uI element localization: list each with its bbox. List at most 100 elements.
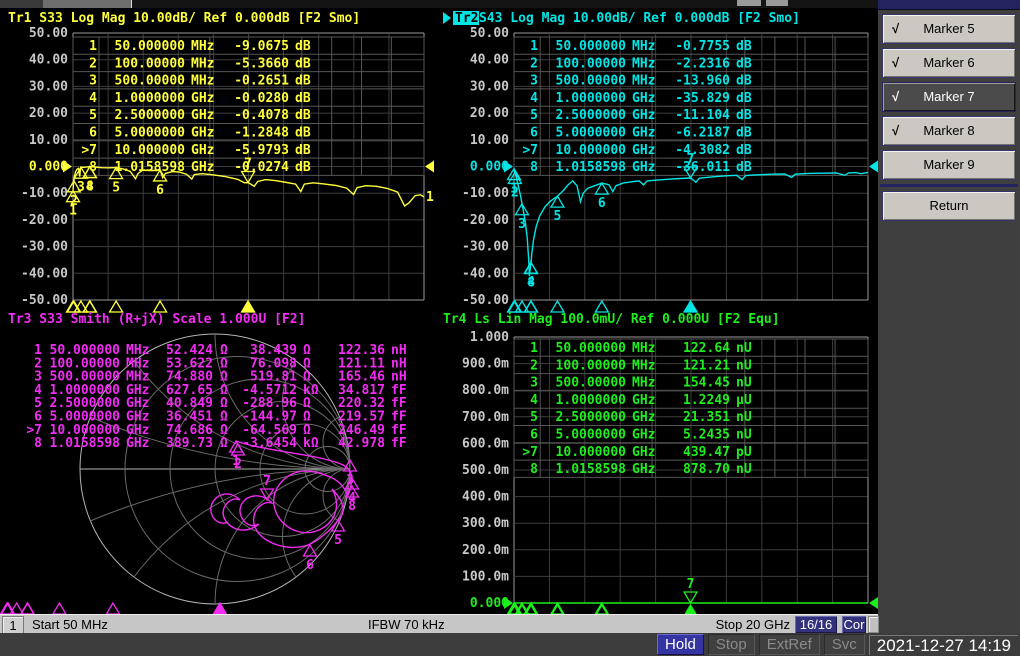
svg-text:dB: dB bbox=[736, 74, 752, 89]
marker-triangle bbox=[684, 301, 697, 312]
svg-text:GHz: GHz bbox=[632, 126, 655, 141]
marker-triangle bbox=[110, 301, 123, 312]
softkey-panel: √ Marker 5 √ Marker 6 √ Marker 7 √ Marke… bbox=[878, 0, 1020, 633]
svg-text:-30.00: -30.00 bbox=[462, 240, 509, 255]
svg-text:5.2435: 5.2435 bbox=[683, 428, 730, 443]
svg-text:40.00: 40.00 bbox=[29, 53, 68, 68]
svg-text:-50.00: -50.00 bbox=[21, 293, 68, 308]
trace-title: Tr3 S33 Smith (R+jX) Scale 1.000U [F2] bbox=[8, 312, 305, 327]
svg-text:6: 6 bbox=[530, 428, 538, 443]
marker-triangle bbox=[595, 301, 608, 312]
svg-text:10.00: 10.00 bbox=[470, 133, 509, 148]
svg-text:3: 3 bbox=[530, 74, 538, 89]
sweep-count-badge: 16/16 bbox=[795, 616, 837, 633]
marker-triangle bbox=[551, 301, 564, 312]
svg-text:-20.00: -20.00 bbox=[462, 213, 509, 228]
status-mini-button[interactable] bbox=[868, 616, 879, 633]
svg-text:GHz: GHz bbox=[632, 428, 655, 443]
svg-text:nU: nU bbox=[736, 428, 752, 443]
tr2-panel: 50.0040.0030.0020.0010.000.000-10.00-20.… bbox=[443, 11, 878, 312]
svg-text:MHz: MHz bbox=[632, 376, 655, 391]
svg-text:5.0000000: 5.0000000 bbox=[556, 428, 627, 443]
svg-text:154.45: 154.45 bbox=[683, 376, 730, 391]
svg-text:878.70: 878.70 bbox=[683, 462, 730, 477]
svg-text:nU: nU bbox=[736, 410, 752, 425]
svg-text:GHz: GHz bbox=[191, 143, 214, 158]
svg-text:-35.829: -35.829 bbox=[675, 91, 730, 106]
softkey-marker-5[interactable]: √ Marker 5 bbox=[882, 14, 1016, 44]
svg-text:-3.6454: -3.6454 bbox=[242, 436, 297, 451]
softkey-marker-7[interactable]: √ Marker 7 bbox=[882, 82, 1016, 112]
svg-text:2: 2 bbox=[530, 358, 538, 373]
svg-text:439.47: 439.47 bbox=[683, 445, 730, 460]
softkey-label: Marker 6 bbox=[923, 55, 974, 70]
svg-text:-50.00: -50.00 bbox=[462, 293, 509, 308]
svg-text:dB: dB bbox=[295, 56, 311, 71]
svg-text:dB: dB bbox=[736, 56, 752, 71]
svg-text:1.0158598: 1.0158598 bbox=[115, 160, 186, 175]
svg-text:300.0m: 300.0m bbox=[462, 516, 509, 531]
svg-text:7: 7 bbox=[687, 577, 695, 592]
svg-text:-2.2316: -2.2316 bbox=[675, 56, 730, 71]
svg-text:-5.3660: -5.3660 bbox=[234, 56, 289, 71]
svg-text:-40.00: -40.00 bbox=[462, 266, 509, 281]
svg-text:30.00: 30.00 bbox=[470, 79, 509, 94]
svg-text:-10.00: -10.00 bbox=[21, 186, 68, 201]
softkey-marker-8[interactable]: √ Marker 8 bbox=[882, 116, 1016, 146]
tr1-panel: 50.0040.0030.0020.0010.000.000-10.00-20.… bbox=[8, 11, 434, 312]
svg-text:2: 2 bbox=[70, 194, 78, 209]
svg-text:21.351: 21.351 bbox=[683, 410, 730, 425]
svg-text:5: 5 bbox=[112, 181, 120, 196]
svc-indicator: Svc bbox=[824, 634, 865, 655]
stop-indicator: Stop bbox=[708, 634, 755, 655]
svg-text:50.000000: 50.000000 bbox=[556, 341, 627, 356]
svg-text:GHz: GHz bbox=[191, 91, 214, 106]
svg-text:MHz: MHz bbox=[632, 39, 655, 54]
start-frequency-label: Start 50 MHz bbox=[32, 616, 108, 633]
svg-text:1.2249: 1.2249 bbox=[683, 393, 730, 408]
svg-text:1.000: 1.000 bbox=[470, 330, 509, 345]
svg-text:-13.960: -13.960 bbox=[675, 74, 730, 89]
svg-text:-5.9793: -5.9793 bbox=[234, 143, 289, 158]
check-icon: √ bbox=[892, 49, 899, 77]
measurement-display: 50.0040.0030.0020.0010.000.000-10.00-20.… bbox=[0, 8, 878, 614]
svg-text:2.5000000: 2.5000000 bbox=[556, 108, 627, 123]
svg-text:2: 2 bbox=[511, 185, 519, 200]
svg-text:7: 7 bbox=[263, 474, 271, 489]
svg-text:dB: dB bbox=[736, 160, 752, 175]
svg-text:dB: dB bbox=[295, 91, 311, 106]
svg-text:6: 6 bbox=[530, 126, 538, 141]
svg-text:2: 2 bbox=[234, 457, 242, 472]
svg-text:-0.2651: -0.2651 bbox=[234, 74, 289, 89]
marker-triangle bbox=[684, 605, 697, 614]
svg-text:5: 5 bbox=[89, 108, 97, 123]
softkey-marker-6[interactable]: √ Marker 6 bbox=[882, 48, 1016, 78]
svg-text:GHz: GHz bbox=[632, 108, 655, 123]
svg-text:2.5000000: 2.5000000 bbox=[556, 410, 627, 425]
svg-text:GHz: GHz bbox=[632, 160, 655, 175]
softkey-marker-9[interactable]: Marker 9 bbox=[882, 150, 1016, 180]
svg-text:1.0158598: 1.0158598 bbox=[556, 160, 627, 175]
channel-status-bar: 1 Start 50 MHz IFBW 70 kHz Stop 20 GHz 1… bbox=[0, 614, 878, 635]
hold-indicator: Hold bbox=[657, 634, 704, 655]
svg-text:500.00000: 500.00000 bbox=[556, 74, 627, 89]
svg-text:30.00: 30.00 bbox=[29, 79, 68, 94]
svg-text:-20.00: -20.00 bbox=[21, 213, 68, 228]
svg-text:3: 3 bbox=[89, 74, 97, 89]
svg-text:10.00: 10.00 bbox=[29, 133, 68, 148]
svg-text:5: 5 bbox=[530, 108, 538, 123]
softkey-return[interactable]: Return bbox=[882, 191, 1016, 221]
ref-level-arrow-icon bbox=[869, 597, 878, 609]
svg-text:-0.7755: -0.7755 bbox=[675, 39, 730, 54]
svg-text:40.00: 40.00 bbox=[470, 53, 509, 68]
svg-text:-36.011: -36.011 bbox=[675, 160, 730, 175]
svg-text:400.0m: 400.0m bbox=[462, 490, 509, 505]
svg-text:8: 8 bbox=[34, 436, 42, 451]
svg-text:0.000: 0.000 bbox=[470, 160, 509, 175]
marker-triangle bbox=[213, 603, 226, 614]
svg-text:Tr2: Tr2 bbox=[455, 11, 478, 26]
stop-frequency-label: Stop 20 GHz bbox=[700, 616, 790, 633]
check-icon: √ bbox=[892, 15, 899, 43]
softkey-label: Marker 9 bbox=[923, 157, 974, 172]
svg-text:2: 2 bbox=[530, 56, 538, 71]
